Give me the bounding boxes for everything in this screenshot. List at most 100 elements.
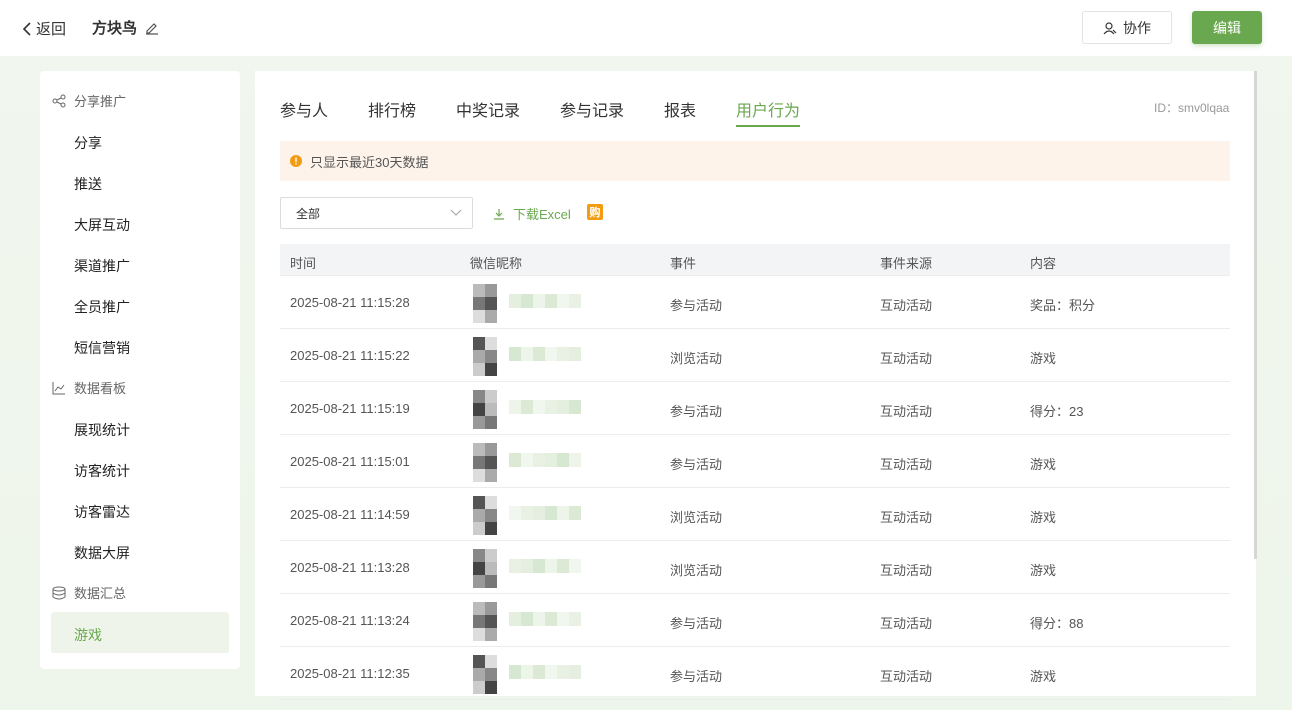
cell-content: 得分：23 <box>1030 404 1084 419</box>
download-label: 下载Excel <box>513 207 571 222</box>
top-bar: 返回 方块鸟 协作 编辑 <box>0 0 1292 56</box>
table-row: 2025-08-21 11:13:28 浏览活动 互动活动 游戏 <box>280 541 1230 594</box>
cell-time: 2025-08-21 11:12:35 <box>290 666 410 681</box>
cell-source: 互动活动 <box>880 510 933 525</box>
sidebar-item-sms[interactable]: 短信营销 <box>74 338 130 358</box>
table-row: 2025-08-21 11:14:59 浏览活动 互动活动 游戏 <box>280 488 1230 541</box>
cell-source: 互动活动 <box>880 298 933 313</box>
cell-event: 浏览活动 <box>670 351 723 366</box>
cell-source: 互动活动 <box>880 669 933 684</box>
share-icon <box>52 94 66 107</box>
sidebar-item-data-screen[interactable]: 数据大屏 <box>74 543 130 563</box>
table-body: 2025-08-21 11:15:28 参与活动 互动活动 奖品：积分 2025-08-… <box>280 276 1230 700</box>
sidebar-item-share[interactable]: 分享 <box>74 133 102 153</box>
avatar <box>473 441 583 483</box>
avatar <box>473 547 583 589</box>
cell-source: 互动活动 <box>880 404 933 419</box>
edit-pen-icon[interactable] <box>145 21 159 35</box>
cell-event: 参与活动 <box>670 298 723 313</box>
cell-content: 游戏 <box>1030 457 1057 472</box>
sidebar-item-channel[interactable]: 渠道推广 <box>74 256 130 276</box>
column-header-time: 时间 <box>290 256 317 271</box>
main-scrollbar[interactable] <box>1254 71 1257 559</box>
cell-time: 2025-08-21 11:15:01 <box>290 454 410 469</box>
cell-event: 参与活动 <box>670 457 723 472</box>
cell-content: 游戏 <box>1030 563 1057 578</box>
back-button[interactable]: 返回 <box>22 18 66 39</box>
download-icon <box>494 208 504 220</box>
filter-select[interactable]: 全部 <box>280 197 473 229</box>
table-row: 2025-08-21 11:13:24 参与活动 互动活动 得分：88 <box>280 594 1230 647</box>
cell-event: 参与活动 <box>670 669 723 684</box>
cell-content: 奖品：积分 <box>1030 298 1096 313</box>
avatar <box>473 388 583 430</box>
tab-participation[interactable]: 参与记录 <box>560 97 624 121</box>
sidebar-item-staff[interactable]: 全员推广 <box>74 297 130 317</box>
edit-button[interactable]: 编辑 <box>1192 11 1262 44</box>
collab-label: 协作 <box>1123 19 1151 36</box>
cell-source: 互动活动 <box>880 616 933 631</box>
cell-time: 2025-08-21 11:15:22 <box>290 348 410 363</box>
column-header-source: 事件来源 <box>880 256 933 271</box>
sidebar-group-summary: 数据汇总 <box>52 583 126 602</box>
database-icon <box>52 586 66 599</box>
activity-id: ID：smv0lqaa <box>1154 101 1230 115</box>
cell-time: 2025-08-21 11:14:59 <box>290 507 410 522</box>
cell-time: 2025-08-21 11:13:28 <box>290 560 410 575</box>
chevron-left-icon <box>22 21 31 36</box>
cell-content: 游戏 <box>1030 510 1057 525</box>
tab-winners[interactable]: 中奖记录 <box>456 97 520 121</box>
cell-source: 互动活动 <box>880 457 933 472</box>
warning-icon <box>290 155 302 167</box>
sidebar: 分享推广 分享 推送 大屏互动 渠道推广 全员推广 短信营销 数据看板 展现统计… <box>40 71 240 669</box>
sidebar-item-push[interactable]: 推送 <box>74 174 102 194</box>
cell-content: 得分：88 <box>1030 616 1084 631</box>
table-row: 2025-08-21 11:15:19 参与活动 互动活动 得分：23 <box>280 382 1230 435</box>
sidebar-item-visitor-radar[interactable]: 访客雷达 <box>74 502 130 522</box>
download-excel-button[interactable]: 下载Excel <box>493 204 571 223</box>
table-row: 2025-08-21 11:15:28 参与活动 互动活动 奖品：积分 <box>280 276 1230 329</box>
sidebar-item-game[interactable]: 游戏 <box>74 625 102 645</box>
cell-source: 互动活动 <box>880 351 933 366</box>
filter-selected-value: 全部 <box>296 206 321 221</box>
avatar <box>473 653 583 695</box>
sidebar-group-dashboard: 数据看板 <box>52 378 126 397</box>
cell-event: 参与活动 <box>670 616 723 631</box>
sidebar-item-visitor-stats[interactable]: 访客统计 <box>74 461 130 481</box>
column-header-content: 内容 <box>1030 256 1057 271</box>
cell-source: 互动活动 <box>880 563 933 578</box>
main-panel: 参与人 排行榜 中奖记录 参与记录 报表 用户行为 ID：smv0lqaa 只显… <box>255 71 1256 700</box>
avatar <box>473 600 583 642</box>
column-header-event: 事件 <box>670 256 697 271</box>
column-header-nickname: 微信昵称 <box>470 256 523 271</box>
cell-event: 浏览活动 <box>670 563 723 578</box>
sidebar-group-label: 数据汇总 <box>74 586 127 601</box>
notice-banner: 只显示最近30天数据 <box>280 141 1230 181</box>
tab-leaderboard[interactable]: 排行榜 <box>368 97 416 121</box>
behavior-table: 时间 微信昵称 事件 事件来源 内容 2025-08-21 11:15:28 参与… <box>280 244 1230 700</box>
table-row: 2025-08-21 11:15:22 浏览活动 互动活动 游戏 <box>280 329 1230 382</box>
line-chart-icon <box>52 381 65 394</box>
tab-participants[interactable]: 参与人 <box>280 97 328 121</box>
cell-time: 2025-08-21 11:15:19 <box>290 401 410 416</box>
cell-content: 游戏 <box>1030 669 1057 684</box>
avatar <box>473 494 583 536</box>
tab-active-underline <box>736 125 800 127</box>
page-title: 方块鸟 <box>92 20 138 37</box>
user-icon <box>1103 21 1117 34</box>
avatar <box>473 335 583 377</box>
table-header: 时间 微信昵称 事件 事件来源 内容 <box>280 244 1230 276</box>
cell-time: 2025-08-21 11:13:24 <box>290 613 410 628</box>
cell-time: 2025-08-21 11:15:28 <box>290 295 410 310</box>
table-row: 2025-08-21 11:15:01 参与活动 互动活动 游戏 <box>280 435 1230 488</box>
sidebar-item-bigscreen-interact[interactable]: 大屏互动 <box>74 215 130 235</box>
back-label: 返回 <box>36 21 67 38</box>
tab-user-behavior[interactable]: 用户行为 <box>736 97 800 121</box>
sidebar-group-label: 分享推广 <box>74 94 127 109</box>
sidebar-item-display-stats[interactable]: 展现统计 <box>74 420 130 440</box>
buy-badge[interactable]: 购 <box>587 204 603 220</box>
tab-report[interactable]: 报表 <box>664 97 696 121</box>
avatar <box>473 282 583 324</box>
cell-event: 浏览活动 <box>670 510 723 525</box>
collab-button[interactable]: 协作 <box>1082 11 1172 44</box>
